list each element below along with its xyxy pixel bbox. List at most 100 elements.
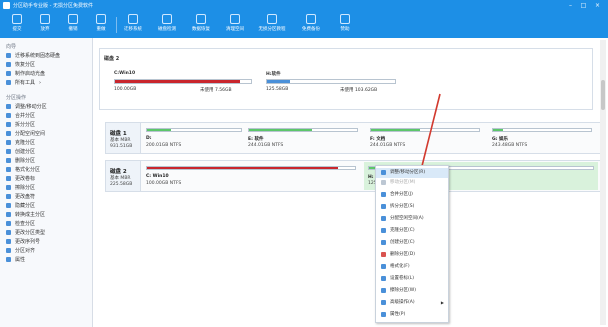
partition-info: 200.01GB NTFS (146, 143, 182, 148)
check-partition-icon (6, 221, 11, 226)
move-icon (381, 180, 386, 185)
sidebar-item-label[interactable]: 更改卷标 (6, 175, 90, 183)
sidebar-item-all-tools[interactable]: 所有工具 › (6, 79, 90, 87)
usage-bar (266, 79, 396, 84)
partition-d[interactable]: D: 200.01GB NTFS (146, 128, 246, 150)
sidebar-item-align[interactable]: 分区对齐 (6, 247, 90, 255)
toolbar-discard-button[interactable]: 放弃 (30, 13, 60, 37)
disk-overview-card[interactable]: 磁盘 2 C:Win10 100.00GB 未使用 7.56GB H:软件 12… (99, 48, 593, 110)
menu-item-properties[interactable]: 属性(P) (376, 310, 448, 320)
partition-name: C: Win10 (146, 174, 169, 179)
backup-icon (306, 14, 316, 24)
toolbar-clean-button[interactable]: 清理空间 (220, 13, 250, 37)
sidebar-item-clone[interactable]: 克隆分区 (6, 139, 90, 147)
minimize-icon[interactable]: – (566, 1, 575, 10)
menu-label: 设置卷标(L) (390, 276, 415, 281)
partition-info: 100.00GB NTFS (146, 181, 182, 186)
usage-bar (114, 79, 252, 84)
toolbar-recovery-button[interactable]: 数据恢复 (186, 13, 216, 37)
sidebar-item-boot-disc[interactable]: 制作启动光盘 (6, 70, 90, 78)
usage-bar (248, 128, 358, 132)
toolbar-tutorial-button[interactable]: 无损分区教程 (254, 13, 290, 37)
sidebar-item-format[interactable]: 格式化分区 (6, 166, 90, 174)
free-label: 未使用 (340, 88, 354, 93)
toolbar-redo-button[interactable]: 重做 (86, 13, 116, 37)
recovery-icon (196, 14, 206, 24)
partition-f[interactable]: F: 文档 244.01GB NTFS (370, 128, 484, 150)
sidebar-item-to-primary[interactable]: 转换成主分区 (6, 211, 90, 219)
redo-icon (96, 14, 106, 24)
format-icon (381, 264, 386, 269)
maximize-icon[interactable]: □ (579, 1, 588, 10)
sidebar-item-type[interactable]: 更改分区类型 (6, 229, 90, 237)
toolbar-undo-button[interactable]: 撤销 (58, 13, 88, 37)
toolbar-submit-button[interactable]: 提交 (2, 13, 32, 37)
usage-bar (492, 128, 592, 132)
menu-item-resize[interactable]: 调整/移动分区(R) (376, 168, 448, 178)
sidebar-item-allocate[interactable]: 分配空闲空间 (6, 130, 90, 138)
toolbar-disk-check-button[interactable]: 磁盘检测 (152, 13, 182, 37)
align-icon (6, 248, 11, 253)
restore-icon (6, 62, 11, 67)
toolbar-sponsor-button[interactable]: 赞助 (330, 13, 360, 37)
sidebar-item-hide[interactable]: 隐藏分区 (6, 202, 90, 210)
menu-label: 属性(P) (390, 312, 406, 317)
overview-partition-h[interactable]: H:软件 125.58GB 未使用 103.62GB (266, 71, 396, 97)
usage-bar (370, 128, 480, 132)
disk-1-card[interactable]: 磁盘 1 基本 MBR 931.51GB D: 200.01GB NTFS E:… (105, 122, 601, 154)
menu-label: 分配空闲空间(A) (390, 216, 424, 221)
type-icon (6, 230, 11, 235)
disc-icon (6, 71, 11, 76)
sidebar-item-wipe[interactable]: 擦除分区 (6, 184, 90, 192)
sidebar-wizard-heading: 向导 (6, 44, 17, 50)
sidebar-item-check[interactable]: 检查分区 (6, 220, 90, 228)
sidebar-item-delete[interactable]: 删除分区 (6, 157, 90, 165)
merge-icon (6, 113, 11, 118)
menu-item-advanced[interactable]: 高级操作(A) ▶ (376, 298, 448, 308)
usage-fill (371, 129, 420, 131)
sidebar-item-properties[interactable]: 属性 (6, 256, 90, 264)
menu-label: 移动分区(M) (390, 180, 416, 185)
menu-item-allocate[interactable]: 分配空闲空间(A) (376, 214, 448, 224)
menu-item-split[interactable]: 拆分分区(S) (376, 202, 448, 212)
sidebar-item-split[interactable]: 拆分分区 (6, 121, 90, 129)
sidebar-item-resize[interactable]: 调整/移动分区 (6, 103, 90, 111)
close-icon[interactable]: × (593, 1, 602, 10)
window-title: 分区助手专业版 - 无损分区免费软件 (13, 3, 93, 9)
menu-item-format[interactable]: 格式化(F) (376, 262, 448, 272)
sidebar-item-restore-partition[interactable]: 恢复分区 (6, 61, 90, 69)
toolbar-migrate-button[interactable]: 迁移系统 (118, 13, 148, 37)
partition-c[interactable]: C: Win10 100.00GB NTFS (146, 166, 360, 188)
sidebar-item-drive-letter[interactable]: 更改盘符 (6, 193, 90, 201)
menu-item-wipe[interactable]: 擦除分区(W) (376, 286, 448, 296)
menu-item-move[interactable]: 移动分区(M) (376, 178, 448, 188)
menu-item-delete[interactable]: 删除分区(D) (376, 250, 448, 260)
menu-item-clone[interactable]: 克隆分区(C) (376, 226, 448, 236)
create-icon (381, 240, 386, 245)
menu-label: 合并分区(J) (390, 192, 413, 197)
delete-icon (6, 158, 11, 163)
sidebar-item-create[interactable]: 创建分区 (6, 148, 90, 156)
sidebar-item-serial[interactable]: 更改序列号 (6, 238, 90, 246)
partition-name: H:软件 (266, 72, 281, 77)
partition-g[interactable]: G: 娱乐 243.48GB NTFS (492, 128, 596, 150)
disk-2-card[interactable]: 磁盘 2 基本 MBR 225.58GB C: Win10 100.00GB N… (105, 160, 601, 192)
overview-partition-c[interactable]: C:Win10 100.00GB 未使用 7.56GB (114, 71, 252, 97)
scrollbar-thumb[interactable] (601, 80, 605, 110)
disk-overview-title: 磁盘 2 (104, 56, 120, 62)
sidebar-item-merge[interactable]: 合并分区 (6, 112, 90, 120)
menu-item-merge[interactable]: 合并分区(J) (376, 190, 448, 200)
heart-icon (340, 14, 350, 24)
scrollbar[interactable] (600, 40, 606, 325)
toolbar-backup-button[interactable]: 免费备份 (296, 13, 326, 37)
sidebar-item-migrate-system[interactable]: 迁移系统到固态硬盘 (6, 52, 90, 60)
app-logo-icon (3, 2, 10, 9)
disk-size: 225.58GB (110, 182, 133, 187)
partition-name: C:Win10 (114, 71, 136, 76)
properties-icon (381, 312, 386, 317)
hide-icon (6, 203, 11, 208)
menu-label: 高级操作(A) (390, 300, 415, 305)
menu-item-set-label[interactable]: 设置卷标(L) (376, 274, 448, 284)
menu-item-create[interactable]: 创建分区(C) (376, 238, 448, 248)
partition-e[interactable]: E: 软件 244.01GB NTFS (248, 128, 362, 150)
